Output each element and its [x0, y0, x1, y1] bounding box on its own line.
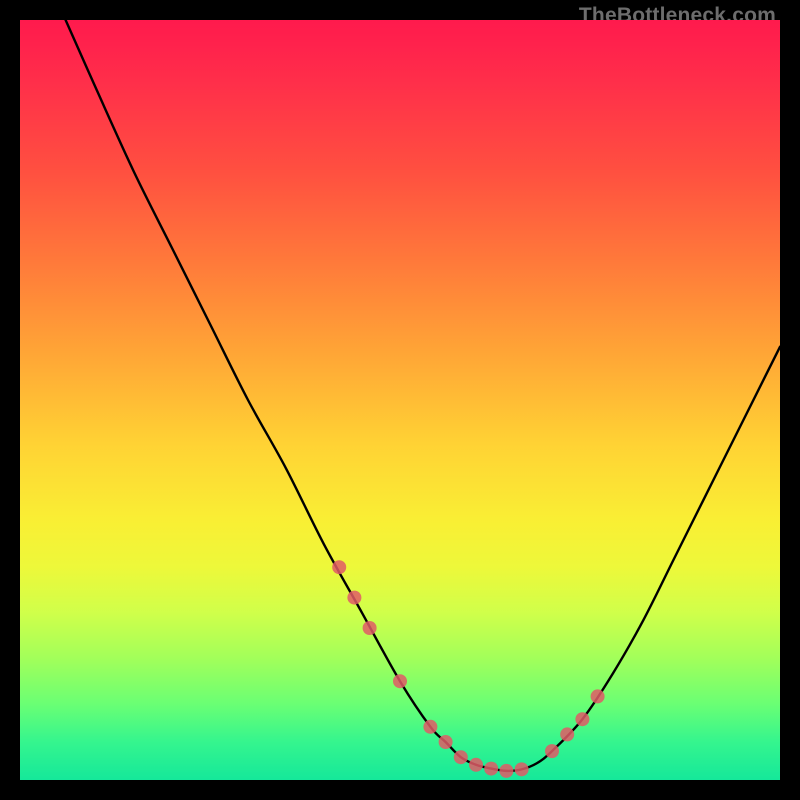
- highlight-point: [423, 720, 437, 734]
- curve-layer: [20, 20, 780, 780]
- highlight-point: [363, 621, 377, 635]
- highlight-point: [499, 764, 513, 778]
- bottleneck-curve: [66, 20, 780, 771]
- highlight-points: [332, 560, 604, 778]
- highlight-point: [515, 762, 529, 776]
- plot-area: [20, 20, 780, 780]
- highlight-point: [332, 560, 346, 574]
- chart-stage: TheBottleneck.com: [0, 0, 800, 800]
- highlight-point: [439, 735, 453, 749]
- highlight-point: [484, 762, 498, 776]
- highlight-point: [347, 591, 361, 605]
- highlight-point: [545, 744, 559, 758]
- highlight-point: [591, 689, 605, 703]
- highlight-point: [560, 727, 574, 741]
- highlight-point: [469, 758, 483, 772]
- highlight-point: [454, 750, 468, 764]
- highlight-point: [393, 674, 407, 688]
- highlight-point: [575, 712, 589, 726]
